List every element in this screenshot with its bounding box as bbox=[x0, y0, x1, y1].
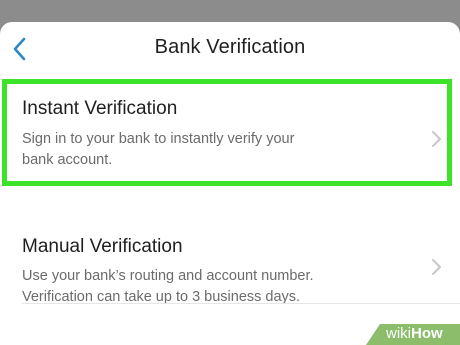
option-title: Instant Verification bbox=[22, 98, 178, 119]
description-line: bank account. bbox=[22, 152, 113, 168]
page-title: Bank Verification bbox=[154, 36, 306, 58]
row-divider bbox=[22, 303, 460, 304]
watermark-logo: wikiHow bbox=[386, 325, 443, 342]
option-description: Sign in to your bank to instantly verify… bbox=[22, 129, 294, 171]
navigation-bar: Bank Verification bbox=[0, 22, 460, 72]
chevron-right-icon bbox=[432, 131, 441, 147]
manual-verification-option[interactable]: Manual Verification Use your bank’s rout… bbox=[0, 214, 460, 306]
instant-verification-option[interactable]: Instant Verification Sign in to your ban… bbox=[0, 79, 460, 191]
option-description: Use your bank’s routing and account numb… bbox=[22, 266, 314, 308]
description-line: Use your bank’s routing and account numb… bbox=[22, 268, 314, 284]
verification-sheet: Bank Verification Instant Verification S… bbox=[0, 22, 460, 345]
wikihow-watermark: wikiHow bbox=[366, 324, 460, 345]
chevron-right-icon bbox=[432, 259, 441, 275]
description-line: Sign in to your bank to instantly verify… bbox=[22, 131, 295, 147]
description-line: Verification can take up to 3 business d… bbox=[22, 289, 301, 305]
option-title: Manual Verification bbox=[22, 236, 183, 257]
